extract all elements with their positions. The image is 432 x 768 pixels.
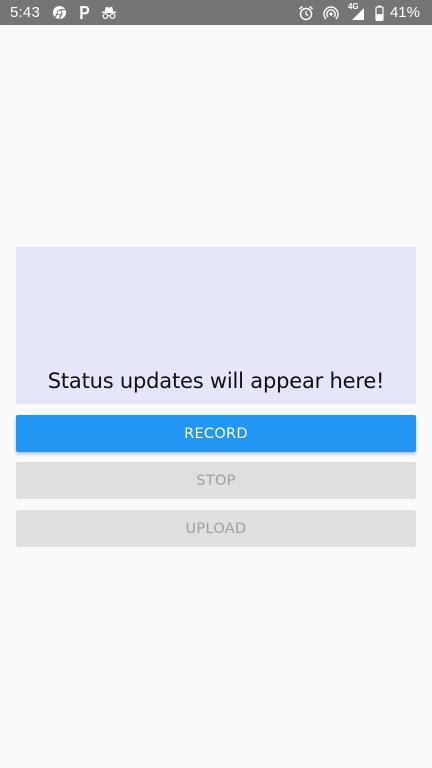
status-panel: Status updates will appear here! (16, 247, 416, 404)
hotspot-icon (323, 5, 339, 21)
parking-icon (76, 5, 92, 21)
incognito-icon (101, 5, 117, 21)
upload-button[interactable]: UPLOAD (16, 510, 416, 547)
battery-icon (375, 5, 385, 21)
status-message: Status updates will appear here! (47, 369, 385, 393)
status-bar: 5:43 4G 41% (0, 0, 432, 25)
stop-button[interactable]: STOP (16, 462, 416, 499)
chrome-icon (51, 5, 67, 21)
network-type-badge: 4G (347, 1, 359, 11)
alarm-icon (298, 5, 314, 21)
status-bar-left: 5:43 (10, 4, 117, 21)
record-button[interactable]: RECORD (16, 415, 416, 452)
status-bar-right: 4G 41% (298, 1, 420, 21)
signal-4g-icon: 4G (347, 1, 366, 21)
status-bar-time: 5:43 (10, 4, 40, 21)
battery-percent: 41% (389, 4, 420, 21)
